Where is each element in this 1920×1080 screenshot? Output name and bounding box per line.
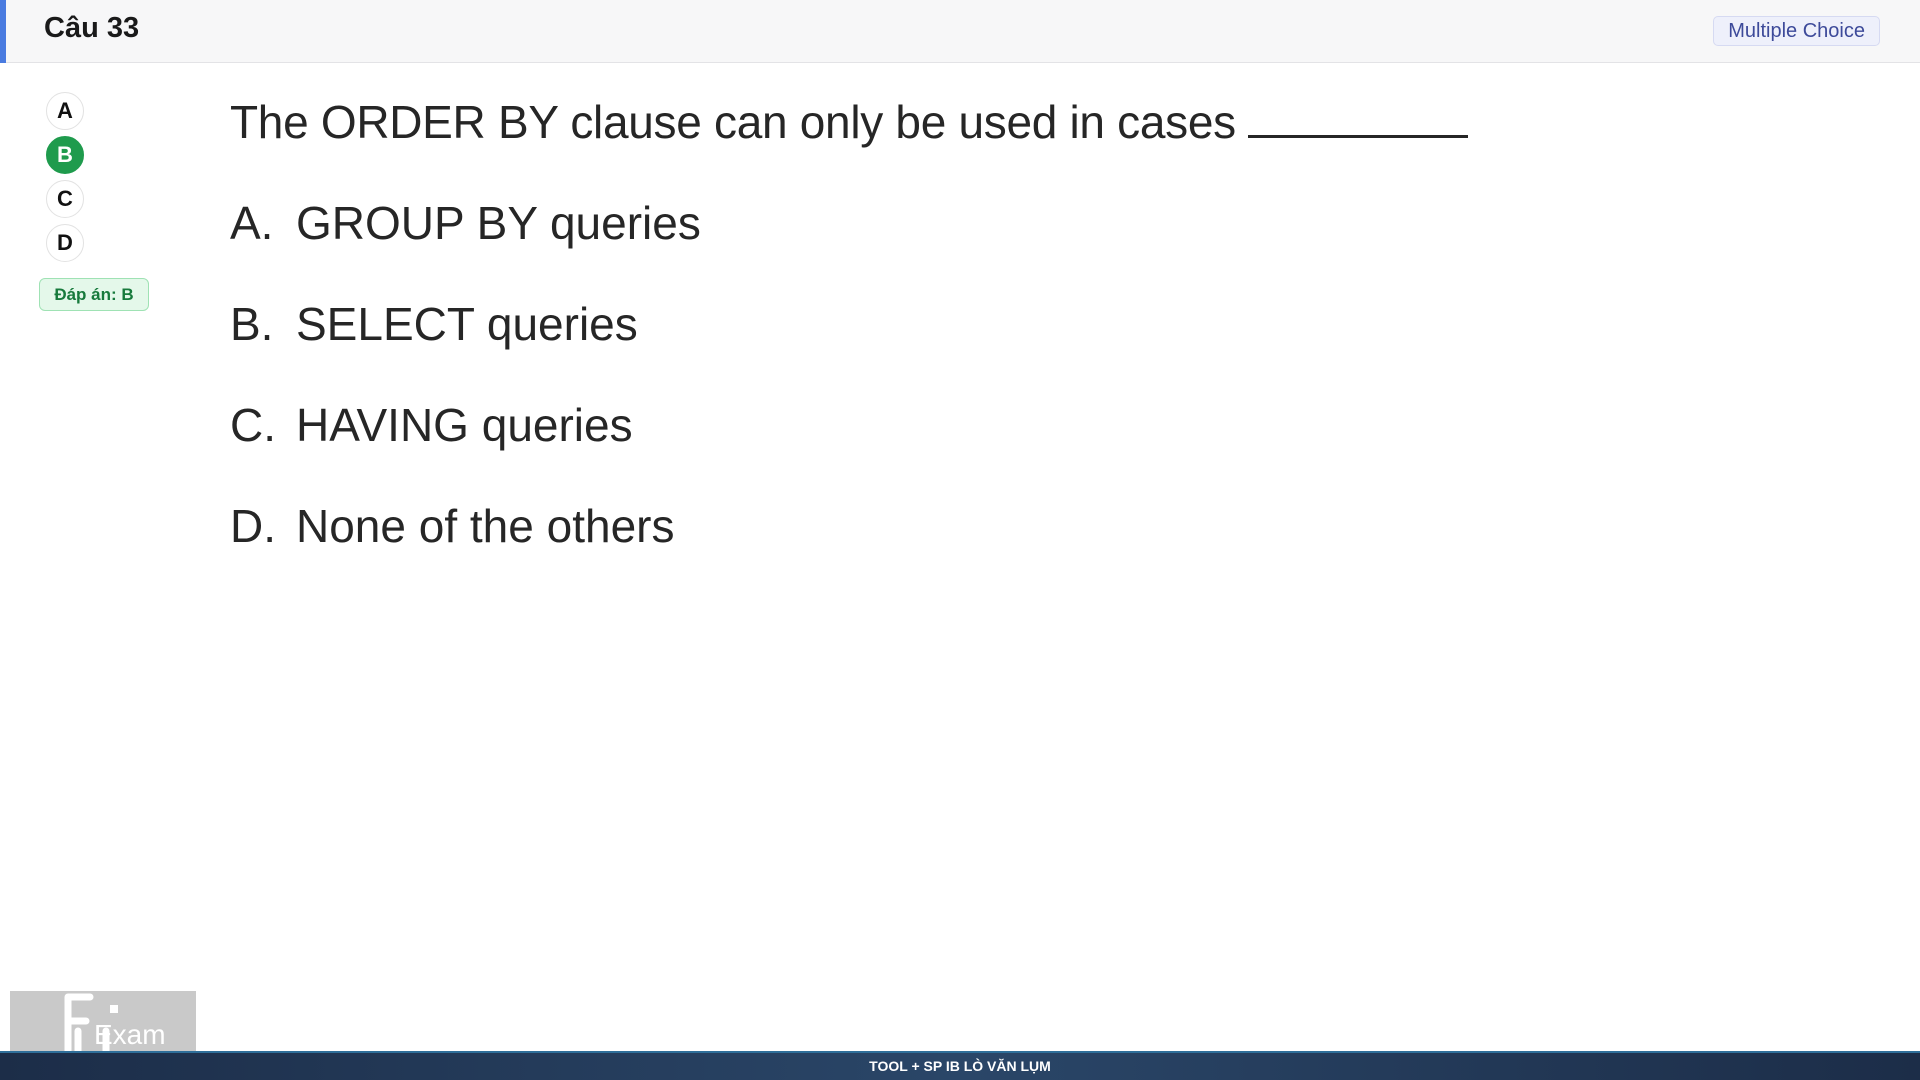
choice-letter: A.	[230, 197, 274, 249]
question-blank	[1247, 98, 1468, 138]
option-c-button[interactable]: C	[46, 180, 84, 218]
choice-text: HAVING queries	[296, 399, 633, 451]
question-number-title: Câu 33	[44, 12, 140, 44]
footer-credit-text: TOOL + SP IB LÒ VĂN LỤM	[869, 1058, 1051, 1074]
choice-letter: B.	[230, 298, 274, 350]
question-line: The ORDER BY clause can only be used in …	[230, 95, 1830, 149]
answer-options-column: A B C D	[46, 92, 86, 268]
option-b-button[interactable]: B	[46, 136, 84, 174]
question-text: The ORDER BY clause can only be used in …	[230, 96, 1236, 148]
choice-b: B. SELECT queries	[230, 297, 1830, 351]
choice-letter: D.	[230, 500, 276, 552]
footer-bar: TOOL + SP IB LÒ VĂN LỤM	[0, 1051, 1920, 1080]
question-header: Câu 33 Multiple Choice	[0, 0, 1920, 63]
choice-a: A. GROUP BY queries	[230, 196, 1830, 250]
choice-c: C. HAVING queries	[230, 398, 1830, 452]
choice-text: SELECT queries	[296, 298, 638, 350]
logo-text: Exam	[94, 1019, 166, 1050]
choice-text: None of the others	[296, 500, 675, 552]
choice-letter: C.	[230, 399, 276, 451]
choice-d: D. None of the others	[230, 499, 1830, 553]
option-a-button[interactable]: A	[46, 92, 84, 130]
question-content: The ORDER BY clause can only be used in …	[230, 95, 1830, 553]
option-d-button[interactable]: D	[46, 224, 84, 262]
header-accent-bar	[0, 0, 6, 63]
correct-answer-badge: Đáp án: B	[39, 278, 149, 311]
choice-text: GROUP BY queries	[296, 197, 701, 249]
question-type-badge: Multiple Choice	[1713, 16, 1880, 46]
